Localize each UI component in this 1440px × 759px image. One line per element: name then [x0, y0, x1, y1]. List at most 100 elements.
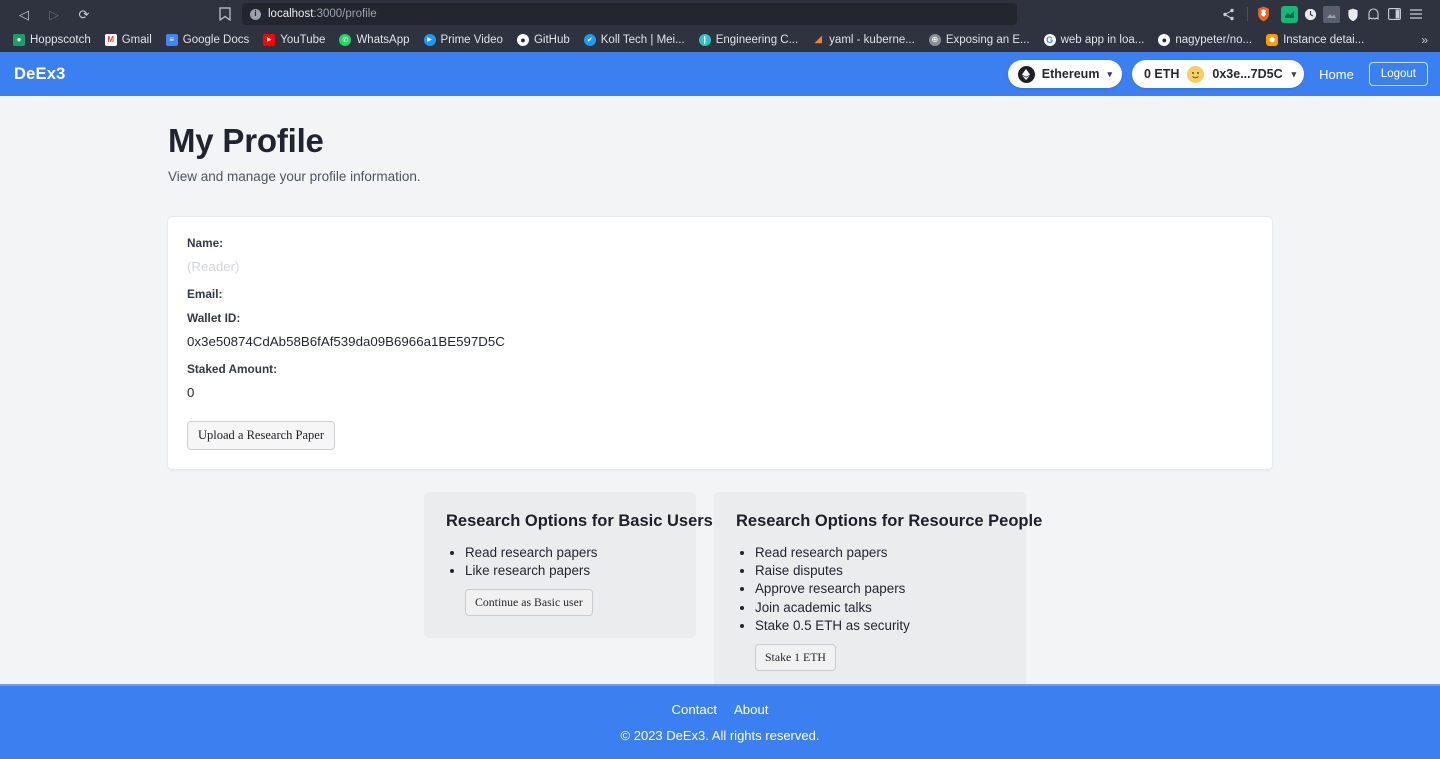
network-label: Ethereum [1041, 67, 1100, 81]
url-path: :3000/profile [313, 8, 377, 20]
site-info-icon[interactable]: i [250, 8, 261, 20]
list-item: Stake 0.5 ETH as security [755, 617, 1004, 635]
toolbar-divider [1247, 7, 1248, 21]
bookmark-label: web app in loa... [1060, 34, 1145, 46]
profile-card: Name: (Reader) Email: Wallet ID: 0x3e508… [167, 215, 1273, 470]
ghost-icon[interactable] [1365, 6, 1382, 23]
continue-as-basic-user-button[interactable]: Continue as Basic user [465, 589, 593, 617]
globe-icon: ⊕ [928, 34, 941, 46]
bookmark-item[interactable]: ⊕ Exposing an E... [922, 32, 1037, 48]
list-item: Read research papers [755, 544, 1004, 562]
nav-link-home[interactable]: Home [1314, 67, 1359, 82]
stackoverflow-icon: ◢ [814, 34, 823, 45]
browser-chrome: ◁ ▷ ⟳ i localhost:3000/profile ● Hoppsco… [0, 0, 1440, 52]
github-icon: ● [516, 34, 529, 46]
sidebar-icon[interactable] [1386, 6, 1403, 23]
brand-logo[interactable]: DeEx3 [14, 65, 65, 84]
profile-field-staked-amount: Staked Amount: 0 [187, 363, 1253, 401]
url-text: localhost:3000/profile [268, 8, 377, 20]
bookmark-item[interactable]: ≡ Google Docs [159, 32, 256, 48]
engineering-icon: ❙ [698, 34, 711, 46]
bookmark-label: Exposing an E... [945, 34, 1030, 46]
bookmark-item[interactable]: ● Hoppscotch [6, 32, 98, 48]
network-selector[interactable]: Ethereum ▾ [1007, 60, 1122, 88]
field-label: Email: [187, 286, 223, 301]
bookmarks-overflow-button[interactable]: » [1421, 33, 1434, 47]
header-actions: Ethereum ▾ 0 ETH 0x3e...7D5C ▾ Home Logo… [1007, 60, 1428, 88]
ethereum-icon [1017, 65, 1035, 83]
bookmark-item[interactable]: Gweb app in loa... [1037, 32, 1152, 48]
bookmark-item[interactable]: ◢ yaml - kuberne... [805, 32, 922, 48]
avatar [1187, 65, 1205, 83]
bookmark-label: WhatsApp [356, 34, 410, 46]
footer-links: Contact About [672, 702, 769, 717]
research-options-row: Research Options for Basic Users Read re… [0, 491, 1440, 684]
shield-icon[interactable] [1344, 6, 1361, 23]
address-bar[interactable]: i localhost:3000/profile [242, 3, 1017, 25]
bookmark-item[interactable]: ▶ YouTube [256, 32, 332, 48]
field-label: Wallet ID: [187, 311, 241, 326]
reload-icon[interactable]: ⟳ [74, 4, 94, 24]
page-title: My Profile [168, 122, 324, 159]
bookmark-item[interactable]: ❙ Engineering C... [692, 32, 805, 48]
extension-green-icon[interactable] [1281, 5, 1298, 23]
page-header: My Profile View and manage your profile … [0, 96, 1440, 184]
app-root: DeEx3 Ethereum ▾ 0 ETH 0x3e...7D5C ▾ Hom… [0, 52, 1440, 759]
basic-users-card: Research Options for Basic Users Read re… [424, 491, 713, 639]
bookmark-item[interactable]: M Gmail [98, 32, 159, 48]
profile-field-name: Name: (Reader) [187, 235, 1253, 275]
bookmark-label: Engineering C... [715, 34, 799, 46]
list-item: Raise disputes [755, 562, 1004, 580]
stake-eth-button[interactable]: Stake 1 ETH [755, 644, 836, 672]
footer-link-contact[interactable]: Contact [672, 702, 717, 717]
footer-copyright: © 2023 DeEx3. All rights reserved. [620, 728, 820, 743]
profile-field-email: Email: [187, 286, 1253, 301]
wallet-address: 0x3e...7D5C [1212, 67, 1283, 81]
toolbar-right-icons [1216, 3, 1432, 25]
list-item: Like research papers [465, 562, 674, 580]
resource-options-list: Read research papers Raise disputes Appr… [736, 544, 1004, 635]
bookmark-label: Google Docs [182, 34, 250, 46]
bookmark-item[interactable]: ● nagypeter/no... [1151, 32, 1259, 48]
page-subtitle: View and manage your profile information… [168, 168, 421, 184]
youtube-icon: ▶ [263, 34, 276, 46]
bookmark-item[interactable]: ▶ Prime Video [417, 32, 510, 48]
twitter-verified-icon: ✔ [583, 34, 596, 46]
menu-icon[interactable] [1407, 6, 1424, 23]
image-icon[interactable] [1323, 5, 1340, 23]
browser-toolbar: ◁ ▷ ⟳ i localhost:3000/profile [0, 0, 1440, 28]
bookmark-item[interactable]: ✔ Koll Tech | Mei... [577, 32, 692, 48]
bookmark-label: yaml - kuberne... [829, 34, 915, 46]
navigation-buttons: ◁ ▷ ⟳ [8, 4, 94, 24]
list-item: Read research papers [465, 544, 674, 562]
bookmark-label: YouTube [280, 34, 326, 46]
bookmark-label: nagypeter/no... [1175, 34, 1253, 46]
bookmark-label: Gmail [121, 34, 152, 46]
clock-icon[interactable] [1302, 6, 1319, 23]
bookmark-item[interactable]: ⬢ Instance detai... [1259, 32, 1371, 48]
wallet-chip[interactable]: 0 ETH 0x3e...7D5C ▾ [1131, 60, 1305, 88]
logout-button[interactable]: Logout [1368, 62, 1428, 86]
back-icon[interactable]: ◁ [14, 4, 34, 24]
brave-shield-icon[interactable] [1255, 6, 1271, 23]
github-icon: ● [1158, 34, 1171, 46]
field-value: 0 [187, 385, 195, 401]
list-item: Approve research papers [755, 580, 1004, 598]
card-title: Research Options for Basic Users [446, 511, 713, 530]
upload-research-paper-button[interactable]: Upload a Research Paper [187, 420, 335, 450]
share-icon[interactable] [1216, 3, 1240, 25]
bookmark-icon[interactable] [214, 3, 236, 25]
bookmark-item[interactable]: ● GitHub [510, 32, 577, 48]
chevron-down-icon: ▾ [1107, 68, 1112, 79]
gmail-icon: M [104, 34, 117, 46]
field-label: Name: [187, 235, 224, 250]
bookmark-item[interactable]: ✆ WhatsApp [332, 32, 416, 48]
bookmark-label: GitHub [533, 34, 570, 46]
bookmark-label: Instance detai... [1283, 34, 1365, 46]
footer-link-about[interactable]: About [734, 702, 768, 717]
profile-field-wallet-id: Wallet ID: 0x3e50874CdAb58B6fAf539da09B6… [187, 313, 1253, 350]
bookmark-label: Koll Tech | Mei... [600, 34, 685, 46]
wallet-balance: 0 ETH [1143, 67, 1180, 81]
bookmark-label: Hoppscotch [30, 34, 91, 46]
card-title: Research Options for Resource People [736, 511, 1043, 530]
